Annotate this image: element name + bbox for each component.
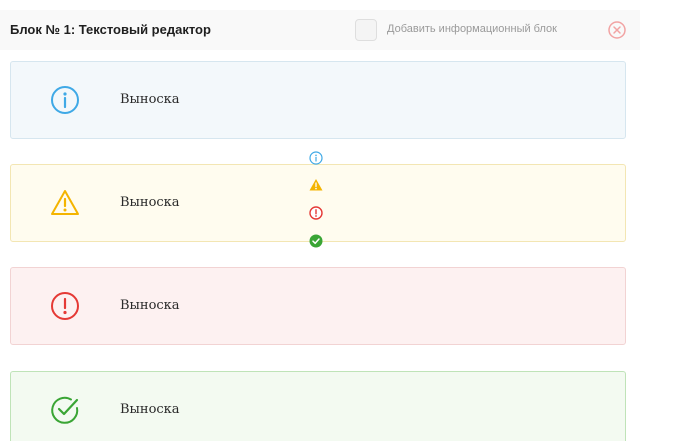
block-title: Блок № 1: Текстовый редактор [10, 22, 211, 37]
callout-text[interactable]: Выноска [120, 298, 180, 313]
callout-text[interactable]: Выноска [120, 195, 180, 210]
error-icon[interactable] [307, 204, 325, 222]
add-info-block-label[interactable]: Добавить информационный блок [387, 23, 557, 35]
info-circle-icon [51, 86, 79, 114]
success-callout[interactable]: Выноска [10, 371, 626, 441]
callout-type-picker [307, 149, 325, 255]
callout-text[interactable]: Выноска [120, 402, 180, 417]
warning-icon[interactable] [307, 176, 325, 194]
block-header: Блок № 1: Текстовый редактор Добавить ин… [0, 10, 640, 50]
exclamation-circle-icon [51, 292, 79, 320]
close-circle-icon[interactable] [606, 19, 628, 41]
check-circle-icon [51, 396, 79, 424]
callout-text[interactable]: Выноска [120, 92, 180, 107]
error-callout[interactable]: Выноска [10, 267, 626, 345]
info-icon[interactable] [307, 149, 325, 167]
success-icon[interactable] [307, 232, 325, 250]
info-callout[interactable]: Выноска [10, 61, 626, 139]
add-info-block-checkbox[interactable] [355, 19, 377, 41]
warning-triangle-icon [51, 190, 79, 215]
